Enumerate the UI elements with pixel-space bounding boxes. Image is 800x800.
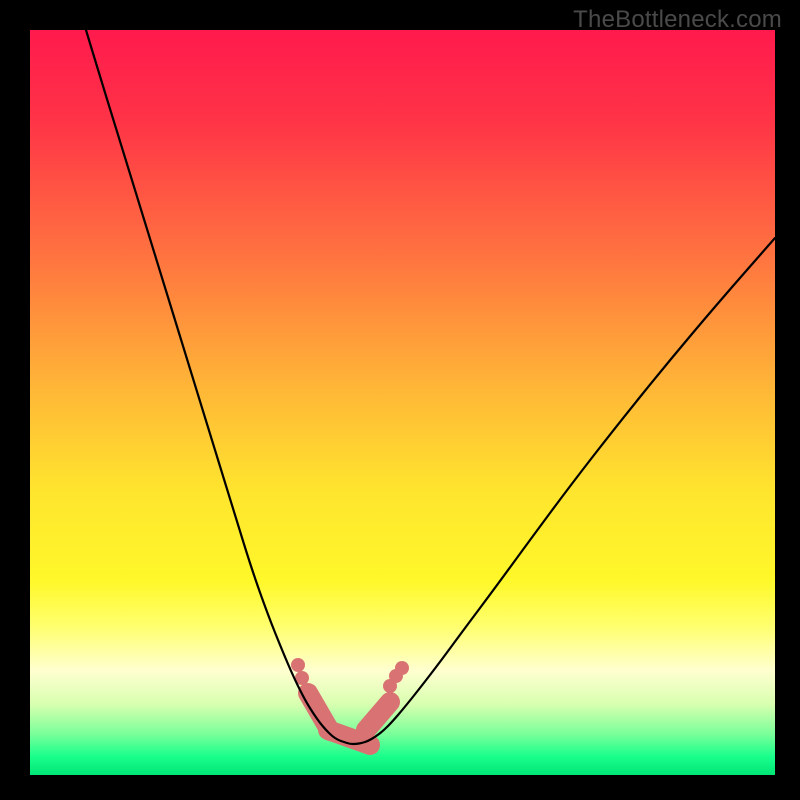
marker-dot [395, 661, 409, 675]
chart-frame: TheBottleneck.com [0, 0, 800, 800]
plot-area [30, 30, 775, 775]
chart-svg [30, 30, 775, 775]
marker-dot [291, 658, 305, 672]
